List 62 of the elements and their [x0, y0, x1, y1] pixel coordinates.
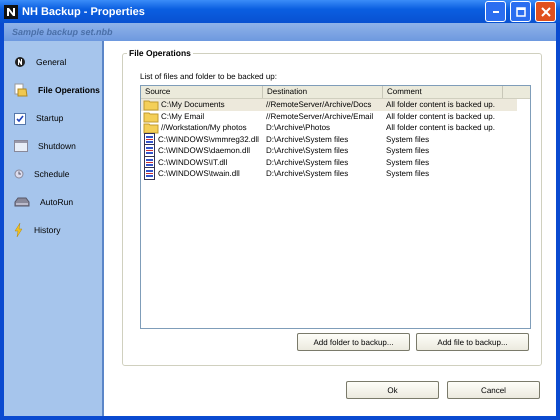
- table-cell: //RemoteServer/Archive/Email: [266, 112, 374, 121]
- table-cell: D:\Archive\System files: [266, 134, 348, 144]
- table-cell: C:\WINDOWS\IT.dll: [158, 158, 228, 167]
- table-cell: All folder content is backed up.: [386, 100, 495, 110]
- list-caption: List of files and folder to be backed up:: [140, 72, 278, 81]
- drive-icon: [14, 197, 30, 207]
- add-button[interactable]: Add folder to backup...: [297, 333, 410, 351]
- lightning-icon: [14, 223, 24, 237]
- table-cell: //RemoteServer/Archive/Docs: [266, 100, 372, 110]
- group-title: File Operations: [127, 48, 193, 58]
- sidebar-item[interactable]: Schedule: [4, 163, 102, 185]
- add-button[interactable]: Add file to backup...: [416, 333, 529, 351]
- file-icon: [143, 144, 156, 158]
- column-header[interactable]: Destination: [263, 86, 383, 98]
- sidebar-item[interactable]: Shutdown: [4, 135, 102, 157]
- app-logo-icon: [4, 4, 18, 18]
- column-header[interactable]: Source: [141, 86, 263, 98]
- table-row[interactable]: C:\My Documents //RemoteServer/Archive/Docs All folder content is backed up.: [141, 99, 517, 110]
- maximize-icon: [516, 6, 526, 16]
- minimize-button[interactable]: [485, 1, 506, 22]
- table-cell: System files: [386, 169, 430, 178]
- window-icon: [14, 140, 28, 152]
- table-cell: All folder content is backed up.: [386, 123, 495, 132]
- table-cell: D:\Archive\System files: [266, 146, 348, 156]
- folder-icon: [143, 121, 159, 134]
- table-cell: C:\My Email: [161, 112, 204, 121]
- file-name: Sample backup set.nbb: [12, 27, 113, 37]
- close-button[interactable]: [535, 1, 556, 22]
- maximize-button[interactable]: [510, 1, 531, 22]
- badge-icon: [14, 56, 26, 68]
- table-cell: System files: [386, 134, 430, 144]
- sidebar-item[interactable]: AutoRun: [4, 191, 102, 213]
- minimize-icon: [492, 10, 498, 12]
- table-cell: C:\WINDOWS\vmmreg32.dll: [158, 134, 259, 144]
- clock-icon: [14, 169, 24, 179]
- table-row[interactable]: C:\WINDOWS\twain.dll D:\Archive\System files System files: [141, 168, 530, 180]
- sidebar-item[interactable]: History: [4, 219, 102, 241]
- table-cell: D:\Archive\System files: [266, 169, 348, 178]
- close-icon: [540, 6, 550, 16]
- column-header[interactable]: Comment: [383, 86, 503, 98]
- window-title: NH Backup - Properties: [22, 6, 145, 18]
- dialog-button[interactable]: Cancel: [447, 381, 540, 399]
- dialog-button[interactable]: Ok: [346, 381, 439, 399]
- table-cell: //Workstation/My photos: [161, 123, 247, 132]
- table-cell: C:\WINDOWS\twain.dll: [158, 169, 240, 178]
- table-cell: System files: [386, 146, 430, 156]
- file-icon: [143, 156, 156, 169]
- sidebar-item[interactable]: File Operations: [4, 79, 102, 101]
- sidebar-item[interactable]: General: [4, 51, 102, 73]
- sidebar-item[interactable]: Startup: [4, 107, 102, 129]
- table-row[interactable]: //Workstation/My photos D:\Archive\Photos All folder content is backed up.: [141, 122, 530, 134]
- table-cell: C:\My Documents: [161, 100, 225, 110]
- table-row[interactable]: C:\My Email //RemoteServer/Archive/Email All folder content is backed up.: [141, 110, 530, 122]
- table-cell: C:\WINDOWS\daemon.dll: [158, 146, 250, 156]
- documents-icon: [14, 83, 28, 97]
- table-cell: All folder content is backed up.: [386, 112, 495, 121]
- file-icon: [143, 132, 156, 146]
- table-cell: D:\Archive\Photos: [266, 123, 330, 132]
- table-cell: D:\Archive\System files: [266, 158, 348, 167]
- checklist-icon: [14, 112, 26, 124]
- file-icon: [143, 167, 156, 180]
- table-cell: System files: [386, 158, 430, 167]
